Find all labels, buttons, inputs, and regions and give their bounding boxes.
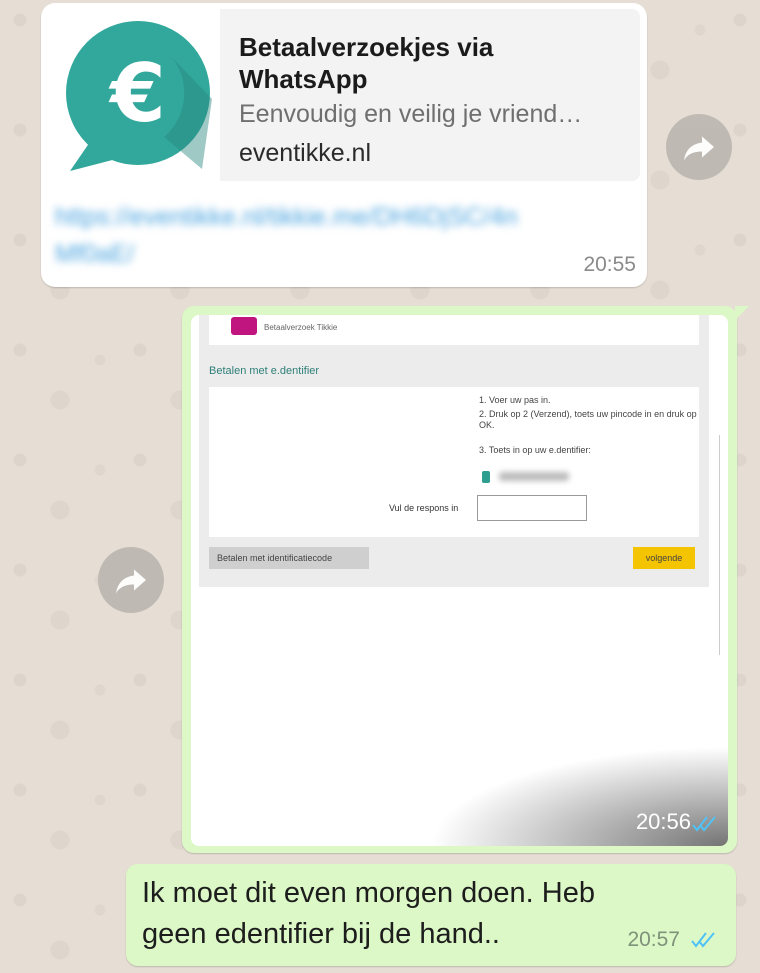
euro-speech-bubble-icon: €	[66, 21, 212, 171]
screenshot-header-card: Betaalverzoek Tikkie	[209, 315, 699, 345]
message-text: Ik moet dit even morgen doen. Heb geen e…	[142, 877, 595, 950]
screenshot-scrollbar	[719, 435, 726, 655]
preview-description: Eenvoudig en veilig je vriend…	[239, 100, 583, 128]
outgoing-image-message[interactable]: Betaalverzoek Tikkie Betalen met e.denti…	[182, 306, 749, 853]
preview-domain: eventikke.nl	[239, 139, 372, 167]
screenshot-next-button: volgende	[633, 547, 695, 569]
double-check-icon	[691, 932, 715, 948]
link-preview-card[interactable]: € Betaalverzoekjes via WhatsApp Eenvoudi…	[52, 9, 640, 181]
double-check-icon	[692, 816, 716, 832]
incoming-link-message[interactable]: € Betaalverzoekjes via WhatsApp Eenvoudi…	[41, 3, 647, 287]
screenshot-response-field	[477, 495, 587, 521]
forward-button[interactable]	[666, 114, 732, 180]
forward-button[interactable]	[98, 547, 164, 613]
message-time: 20:55	[583, 253, 636, 276]
image-thumbnail[interactable]: Betaalverzoek Tikkie Betalen met e.denti…	[191, 315, 728, 846]
message-link-url[interactable]: https://eventikke.nl/tikkie.me/DH6DjSC/4…	[55, 199, 525, 273]
screenshot-logo-caption: Betaalverzoek Tikkie	[264, 323, 338, 332]
ideal-logo-icon	[231, 317, 257, 335]
edentifier-device-icon	[482, 471, 490, 483]
forward-arrow-icon	[116, 569, 146, 594]
forward-arrow-icon	[684, 136, 714, 161]
screenshot-step: 1. Voer uw pas in.	[479, 395, 551, 405]
screenshot-instruction-card: 1. Voer uw pas in. 2. Druk op 2 (Verzend…	[209, 387, 699, 537]
screenshot-step: 3. Toets in op uw e.dentifier:	[479, 445, 591, 455]
svg-text:€: €	[108, 47, 166, 140]
screenshot-alt-button: Betalen met identificatiecode	[209, 547, 369, 569]
message-time: 20:57	[627, 928, 680, 951]
outgoing-text-message[interactable]: Ik moet dit even morgen doen. Heb geen e…	[126, 864, 736, 966]
preview-thumbnail: €	[52, 9, 220, 181]
message-time: 20:56	[635, 809, 691, 834]
screenshot-step: 2. Druk op 2 (Verzend), toets uw pincode…	[479, 409, 697, 430]
blurred-code	[499, 472, 569, 481]
screenshot-section-title: Betalen met e.dentifier	[209, 365, 320, 377]
preview-title: Betaalverzoekjes via WhatsApp	[239, 32, 494, 94]
screenshot-response-label: Vul de respons in	[389, 503, 459, 513]
